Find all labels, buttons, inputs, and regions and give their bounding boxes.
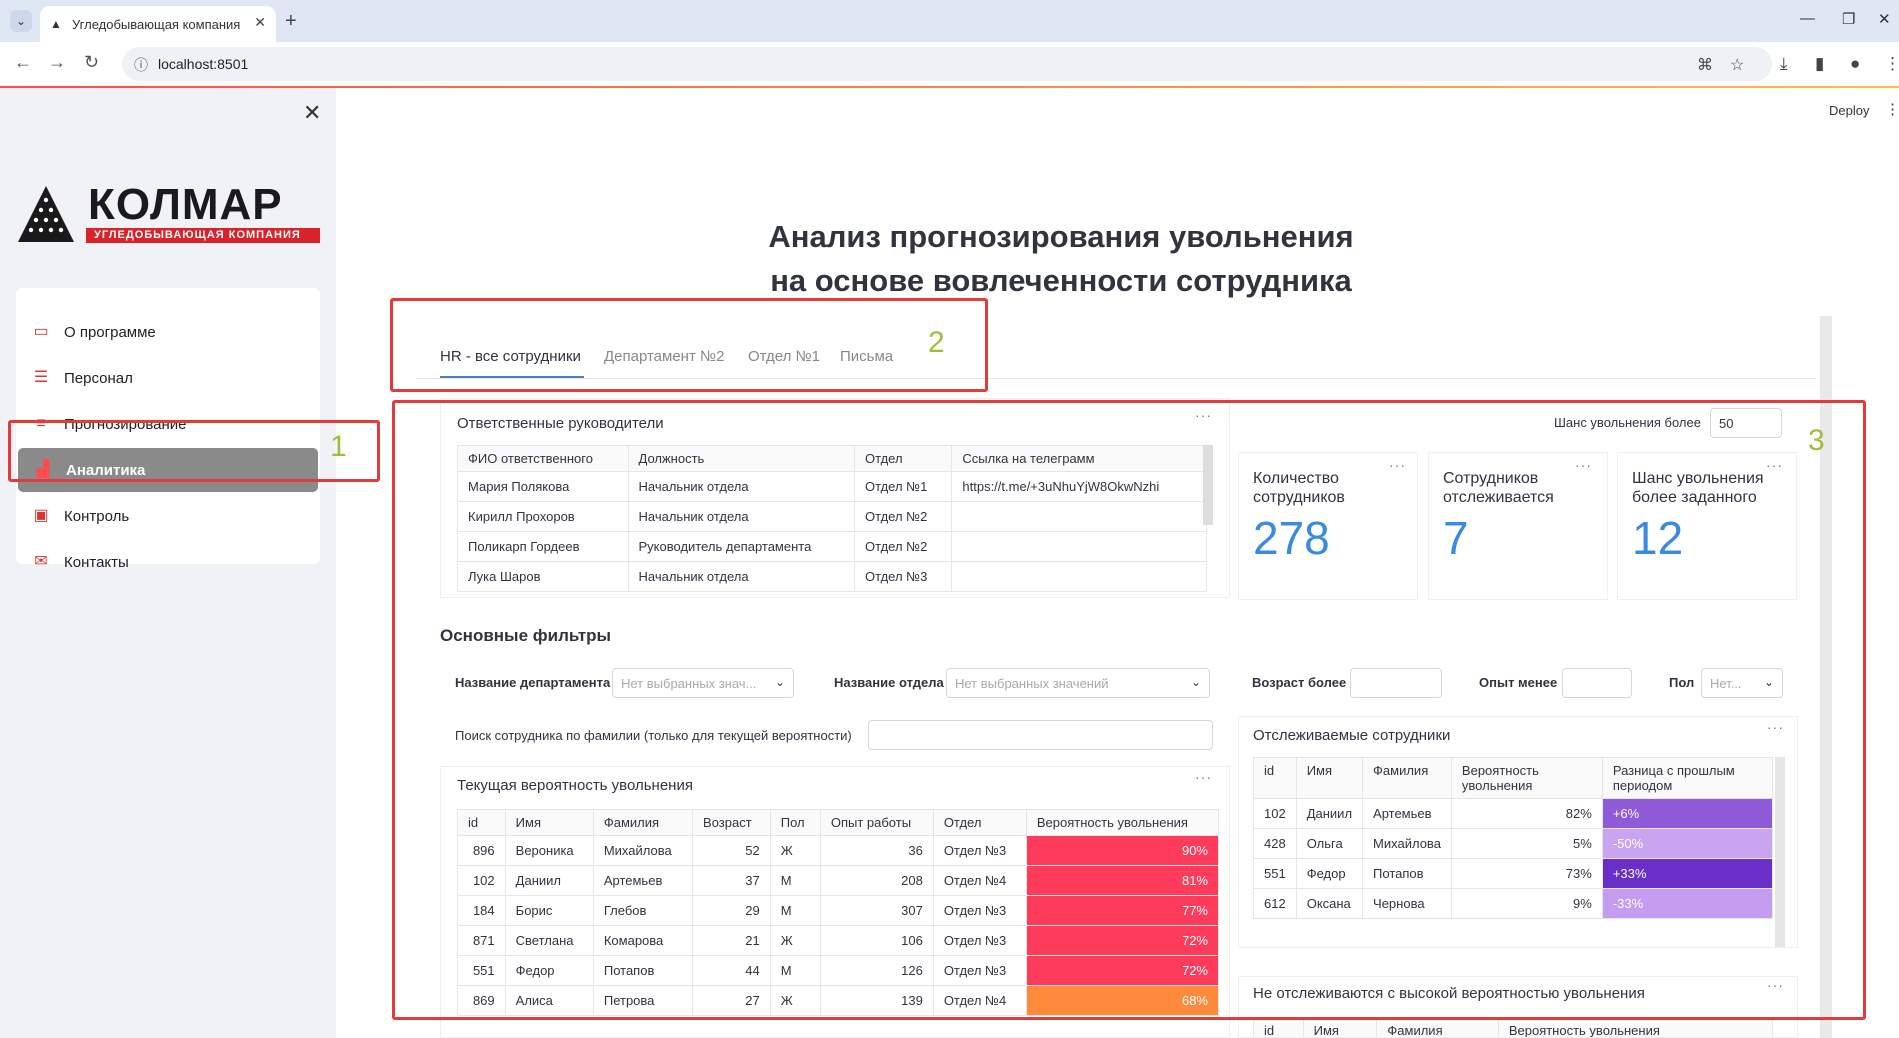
address-bar[interactable]: ⓘ localhost:8501 ⌘ ☆ (122, 47, 1772, 81)
annotation-box-3 (392, 400, 1866, 1020)
side-panel-icon[interactable]: ▮ (1815, 54, 1824, 74)
annotation-label-3: 3 (1808, 424, 1825, 457)
tab-search-button[interactable]: ⌄ (10, 10, 32, 32)
browser-tab[interactable]: ▲ Угледобывающая компания « ✕ (40, 6, 276, 42)
browser-tab-strip: ⌄ ▲ Угледобывающая компания « ✕ + — ❐ ✕ (0, 0, 1899, 42)
database-icon: ☰ (33, 369, 49, 386)
restore-icon[interactable]: ❐ (1842, 10, 1855, 28)
logo-name: КОЛМАР (88, 180, 283, 229)
close-window-icon[interactable]: ✕ (1878, 10, 1891, 28)
translate-icon[interactable]: ⌘ (1697, 55, 1713, 75)
column-header[interactable]: id (1253, 1017, 1304, 1037)
annotation-label-2: 2 (928, 326, 945, 359)
mail-icon: ✉ (34, 553, 48, 570)
company-logo: КОЛМАР УГЛЕДОБЫВАЮЩАЯ КОМПАНИЯ (16, 180, 321, 244)
nav-item-control[interactable]: ▣ Контроль (16, 494, 320, 538)
nav-item-about[interactable]: ▭ О программе (16, 310, 320, 354)
nav-item-label: О программе (64, 324, 156, 341)
sidebar-close-icon[interactable]: ✕ (303, 100, 321, 126)
browser-toolbar: ← → ↻ ⓘ localhost:8501 ⌘ ☆ ⤓ ▮ ● ⋮ (0, 42, 1899, 87)
favicon-icon: ▲ (50, 17, 62, 31)
annotation-box-2 (390, 298, 988, 392)
untracked-table: id Имя Фамилия Вероятность увольнения (1253, 1017, 1774, 1037)
sidebar: ✕ КОЛМАР УГЛЕДОБЫВАЮЩАЯ КОМПАНИЯ ▭ О про… (0, 88, 336, 1038)
url-text: localhost:8501 (158, 56, 249, 72)
logo-subtitle: УГЛЕДОБЫВАЮЩАЯ КОМПАНИЯ (94, 229, 301, 241)
nav-item-label: Контакты (64, 554, 129, 571)
monitor-icon: ▭ (33, 323, 49, 340)
deploy-button[interactable]: Deploy (1829, 103, 1869, 118)
tab-title: Угледобывающая компания « (72, 17, 242, 32)
clipboard-icon: ▣ (33, 507, 49, 524)
annotation-box-1 (8, 420, 380, 482)
menu-dots-icon[interactable]: ⋮ (1884, 54, 1899, 74)
page-title: Анализ прогнозирования увольнения на осн… (736, 215, 1386, 303)
tab-close-icon[interactable]: ✕ (254, 14, 266, 31)
column-header[interactable]: Вероятность увольнения (1497, 1017, 1774, 1037)
minimize-icon[interactable]: — (1800, 10, 1815, 27)
column-header[interactable]: Имя (1302, 1017, 1378, 1037)
column-header[interactable]: Фамилия (1376, 1017, 1499, 1037)
profile-avatar-icon[interactable]: ● (1850, 54, 1860, 74)
download-icon[interactable]: ⤓ (1780, 54, 1788, 74)
nav-item-personnel[interactable]: ☰ Персонал (16, 356, 320, 400)
title-line-1: Анализ прогнозирования увольнения (768, 219, 1354, 254)
title-line-2: на основе вовлеченности сотрудника (770, 263, 1352, 298)
main-menu-icon[interactable]: ⋮ (1885, 100, 1899, 118)
reload-icon[interactable]: ↻ (84, 52, 99, 73)
forward-icon[interactable]: → (48, 52, 66, 73)
bookmark-star-icon[interactable]: ☆ (1730, 55, 1744, 75)
nav-item-label: Персонал (64, 370, 133, 387)
site-info-icon[interactable]: ⓘ (134, 55, 148, 75)
new-tab-icon[interactable]: + (285, 10, 297, 33)
nav-item-label: Контроль (64, 508, 130, 525)
back-icon[interactable]: ← (14, 52, 32, 73)
nav-item-contacts[interactable]: ✉ Контакты (16, 540, 320, 571)
annotation-label-1: 1 (330, 430, 347, 463)
